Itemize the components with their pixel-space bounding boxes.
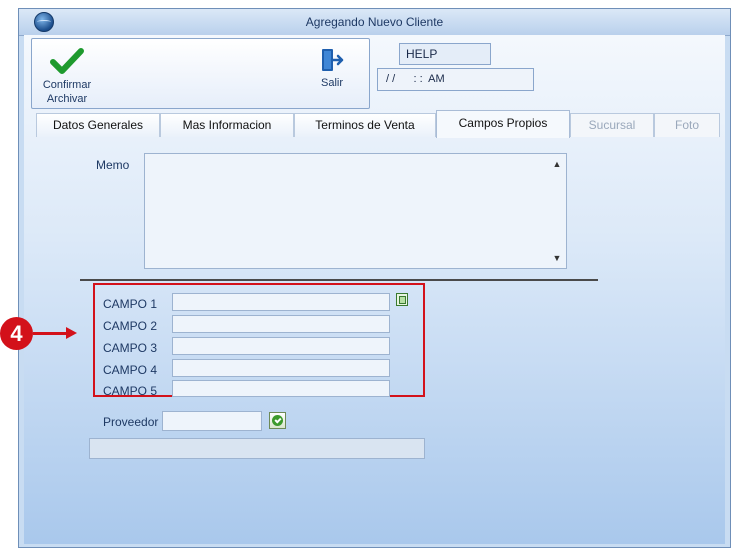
section-separator bbox=[80, 279, 598, 281]
exit-button[interactable]: Salir bbox=[312, 47, 352, 90]
campo-1-input[interactable] bbox=[172, 293, 390, 311]
callout-badge: 4 bbox=[0, 317, 33, 350]
checkmark-icon bbox=[50, 48, 84, 74]
campo-5-input[interactable] bbox=[172, 380, 390, 397]
campo-3-label: CAMPO 3 bbox=[103, 341, 158, 355]
memo-textarea[interactable]: ▲ ▼ bbox=[144, 153, 567, 269]
confirm-archive-button[interactable]: Confirmar Archivar bbox=[36, 47, 98, 106]
campo-5-label: CAMPO 5 bbox=[103, 384, 158, 398]
ok-check-icon[interactable] bbox=[269, 412, 286, 429]
campo-2-input[interactable] bbox=[172, 315, 390, 333]
proveedor-input[interactable] bbox=[162, 411, 262, 431]
datetime-field: / / : : AM bbox=[377, 68, 534, 91]
dialog-window: Agregando Nuevo Cliente Confirmar Archiv… bbox=[18, 8, 731, 548]
scroll-down-icon[interactable]: ▼ bbox=[551, 252, 563, 264]
callout-arrow-line bbox=[33, 332, 68, 335]
proveedor-description bbox=[89, 438, 425, 459]
scroll-up-icon[interactable]: ▲ bbox=[551, 158, 563, 170]
campo-4-input[interactable] bbox=[172, 359, 390, 377]
tab-mas-informacion[interactable]: Mas Informacion bbox=[160, 113, 294, 137]
campos-propios-panel: Memo ▲ ▼ CAMPO 1 CAMPO 2 CAMPO 3 CAMPO 4… bbox=[36, 137, 722, 537]
campo-3-input[interactable] bbox=[172, 337, 390, 355]
toolbar: Confirmar Archivar Salir bbox=[31, 38, 370, 109]
campo-1-label: CAMPO 1 bbox=[103, 297, 158, 311]
confirm-label-line2: Archivar bbox=[46, 93, 88, 105]
window-title: Agregando Nuevo Cliente bbox=[305, 15, 444, 29]
exit-door-icon bbox=[322, 49, 344, 71]
title-bar[interactable]: Agregando Nuevo Cliente bbox=[19, 9, 730, 36]
tab-terminos-de-venta[interactable]: Terminos de Venta bbox=[294, 113, 436, 137]
help-field: HELP bbox=[399, 43, 491, 65]
tab-campos-propios[interactable]: Campos Propios bbox=[436, 110, 570, 138]
tab-foto: Foto bbox=[654, 113, 720, 137]
confirm-label-line1: Confirmar bbox=[42, 79, 92, 91]
exit-label: Salir bbox=[320, 77, 343, 89]
client-area: Confirmar Archivar Salir HELP / / : : AM… bbox=[24, 35, 725, 544]
tab-sucursal: Sucursal bbox=[570, 113, 654, 137]
callout-arrow-head bbox=[66, 327, 77, 339]
campo-2-label: CAMPO 2 bbox=[103, 319, 158, 333]
proveedor-label: Proveedor bbox=[103, 415, 159, 429]
copy-icon[interactable] bbox=[396, 293, 408, 306]
tab-datos-generales[interactable]: Datos Generales bbox=[36, 113, 160, 137]
campo-4-label: CAMPO 4 bbox=[103, 363, 158, 377]
memo-label: Memo bbox=[96, 158, 130, 172]
tab-strip: Datos Generales Mas Informacion Terminos… bbox=[36, 110, 720, 138]
